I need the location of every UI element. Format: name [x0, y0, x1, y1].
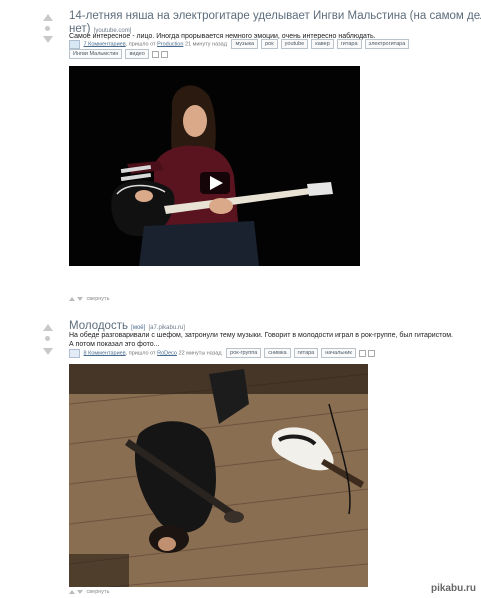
watermark: pikabu.ru: [430, 583, 476, 594]
small-down-icon[interactable]: [77, 589, 83, 594]
tag[interactable]: Ингви Мальмстин: [69, 49, 123, 59]
photo-image: [69, 364, 368, 587]
author-link[interactable]: RoDeco: [157, 350, 177, 356]
tag[interactable]: видео: [125, 49, 149, 59]
video-icon: [69, 39, 80, 49]
rating-dot: [45, 26, 50, 31]
tag[interactable]: youtube: [280, 39, 309, 49]
post-title-text[interactable]: 14-летняя няша на электрогитаре уделывае…: [69, 10, 481, 22]
post-meta: 8 Комментариев, пришло от RoDeco 22 мину…: [69, 348, 376, 358]
post-meta: 7 Комментариев, пришло от Production 21 …: [69, 39, 410, 49]
comments-link[interactable]: 8 Комментариев: [84, 350, 126, 356]
tag[interactable]: гитара: [336, 39, 362, 49]
vote-up-icon[interactable]: [43, 324, 53, 331]
post-description: На обеде разговаривали с шефом, затронул…: [69, 332, 453, 339]
image-icon: [69, 348, 80, 358]
posted-from-label: , пришло от: [125, 350, 156, 357]
post-footer: свернуть: [69, 589, 109, 595]
post-meta-row2: Ингви Мальмстин видео: [69, 49, 169, 59]
small-up-icon[interactable]: [69, 589, 75, 594]
tag[interactable]: рок: [261, 39, 278, 49]
tag[interactable]: кавер: [311, 39, 334, 49]
video-thumbnail: [69, 66, 360, 266]
tag[interactable]: музыка: [231, 39, 259, 49]
author-link[interactable]: Production: [157, 41, 183, 47]
small-up-icon[interactable]: [69, 296, 75, 301]
save-icon[interactable]: [152, 50, 160, 58]
video-player[interactable]: [69, 66, 360, 266]
tag[interactable]: электрогитара: [364, 39, 410, 49]
collapse-link[interactable]: свернуть: [87, 589, 110, 595]
comments-link[interactable]: 7 Комментариев: [84, 41, 126, 47]
post-footer: свернуть: [69, 296, 109, 302]
vote-down-icon[interactable]: [43, 36, 53, 43]
post-photo[interactable]: [69, 364, 368, 587]
vote-down-icon[interactable]: [43, 348, 53, 355]
vote-up-icon[interactable]: [43, 14, 53, 21]
small-down-icon[interactable]: [77, 296, 83, 301]
tag[interactable]: гитара: [293, 348, 319, 358]
rating-dot: [45, 336, 50, 341]
share-icon[interactable]: [368, 349, 376, 357]
post-title[interactable]: 14-летняя няша на электрогитаре уделывае…: [69, 10, 481, 23]
post-time: 22 минуты назад: [178, 350, 222, 357]
tag[interactable]: снимка: [264, 348, 291, 358]
share-icon[interactable]: [161, 50, 169, 58]
posted-from-label: , пришло от: [125, 41, 156, 48]
tag[interactable]: рок-группа: [226, 348, 262, 358]
tag[interactable]: начальник: [321, 348, 356, 358]
post-time: 21 минуту назад: [184, 41, 227, 48]
save-icon[interactable]: [359, 349, 367, 357]
collapse-link[interactable]: свернуть: [87, 296, 110, 302]
